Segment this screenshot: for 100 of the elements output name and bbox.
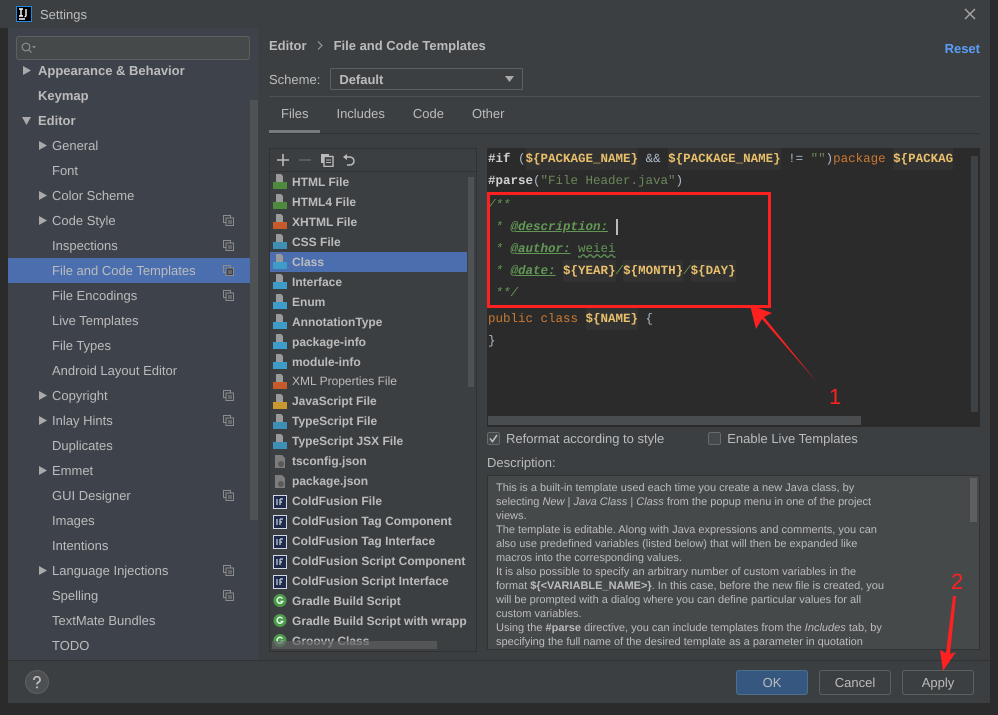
tab[interactable]: Code (400, 97, 456, 133)
annotation-number: 2 (951, 571, 964, 593)
settings-tree-item[interactable]: Live Templates (8, 308, 250, 333)
search-field[interactable] (16, 36, 250, 60)
checkbox-label: Reformat according to style (506, 430, 664, 446)
template-item[interactable]: Enum (270, 292, 467, 312)
code-line: public class ${NAME} { (488, 308, 980, 330)
description-text: format ${<VARIABLE_NAME>}. In this case, before the new file is created, you (496, 579, 884, 593)
template-item[interactable]: XHTML File (270, 212, 467, 232)
description-label: Description: (487, 455, 557, 470)
scheme-label: Scheme: (269, 72, 320, 86)
expand-arrow-icon[interactable] (38, 391, 46, 400)
collapse-arrow-icon[interactable] (22, 116, 30, 125)
template-item[interactable]: Gradle Build Script with wrapp (270, 610, 467, 631)
settings-tree-item[interactable]: Emmet (8, 458, 250, 483)
settings-tree-item[interactable]: Spelling (8, 583, 250, 608)
chevron-icon (316, 40, 324, 50)
code-line: **/ (494, 285, 520, 302)
app-logo-icon (16, 6, 32, 22)
expand-arrow-icon[interactable] (22, 66, 30, 75)
template-item[interactable]: package-info (270, 332, 467, 352)
checkbox[interactable] (487, 432, 500, 444)
settings-tree-item[interactable]: Android Layout Editor (8, 358, 250, 383)
template-item[interactable]: ColdFusion Script Interface (270, 571, 467, 591)
description-text: This is a built-in template used each time you create a new Java class, by (496, 481, 854, 495)
template-item[interactable]: ColdFusion Script Component (270, 551, 467, 572)
description-text: views. (496, 509, 527, 523)
scrollbar-thumb[interactable] (970, 478, 977, 522)
expand-arrow-icon[interactable] (38, 141, 46, 150)
expand-arrow-icon[interactable] (38, 191, 46, 200)
code-line: * @author: weiei (494, 241, 617, 258)
scrollbar-thumb[interactable] (468, 177, 474, 387)
code-line: #if (${PACKAGE_NAME} && ${PACKAGE_NAME} != "")package ${PACKAG (488, 148, 980, 170)
code-line: } (488, 333, 497, 350)
dialog-button[interactable]: OK (736, 670, 808, 694)
tab[interactable]: Other (460, 97, 516, 133)
code-line: * @description: (488, 216, 771, 238)
close-icon[interactable] (964, 8, 976, 20)
description-text: custom variables. (496, 607, 582, 621)
template-item[interactable]: Interface (270, 272, 467, 292)
template-item[interactable]: ColdFusion Tag Interface (270, 531, 467, 552)
template-item[interactable]: TypeScript JSX File (270, 431, 467, 452)
template-item[interactable]: XML Properties File (270, 372, 467, 392)
settings-tree-item[interactable]: Images (8, 508, 250, 533)
settings-tree-item[interactable]: GUI Designer (8, 483, 250, 508)
description-text: The template is editable. Along with Java expressions and comments, you can (496, 523, 877, 537)
help-button[interactable] (25, 670, 49, 694)
checkbox-label: Enable Live Templates (727, 430, 858, 446)
tab[interactable]: Includes (324, 97, 397, 133)
template-item[interactable]: tsconfig.json (270, 451, 467, 472)
description-text: It is also possible to specify an arbitrary number of custom variables in the (496, 565, 856, 579)
description-text: will be prompted with a dialog where you can define particular values for all (496, 593, 862, 607)
help-icon (32, 676, 42, 688)
template-item[interactable]: AnnotationType (270, 312, 467, 332)
expand-arrow-icon[interactable] (38, 216, 46, 225)
scrollbar-thumb[interactable] (488, 416, 861, 425)
scheme-dropdown[interactable]: Default (330, 68, 524, 90)
dialog-button[interactable]: Apply (902, 670, 974, 694)
template-item[interactable]: HTML4 File (270, 192, 467, 212)
template-item[interactable]: CSS File (270, 232, 467, 252)
add-icon[interactable] (276, 152, 290, 167)
template-item[interactable]: Gradle Build Script (270, 590, 467, 611)
template-item[interactable]: package.json (270, 471, 467, 492)
template-item[interactable]: JavaScript File (270, 391, 467, 412)
scrollbar-thumb[interactable] (971, 156, 978, 412)
checkbox[interactable] (708, 432, 722, 444)
settings-tree-item[interactable]: General (8, 133, 250, 158)
expand-arrow-icon[interactable] (38, 466, 46, 475)
settings-tree-item[interactable]: Language Injections (8, 558, 250, 583)
template-item[interactable]: ColdFusion Tag Component (270, 511, 467, 532)
reset-link[interactable]: Reset (944, 40, 980, 56)
dropdown-arrow-icon (505, 76, 514, 82)
description-text: Using the #parse directive, you can include templates from the Includes tab, by (496, 621, 882, 635)
annotation-number: 1 (829, 386, 842, 408)
settings-tree-item[interactable]: Inspections (8, 233, 250, 258)
settings-tree-item[interactable]: TextMate Bundles (8, 608, 250, 633)
settings-tree-item[interactable]: Duplicates (8, 433, 250, 458)
settings-tree-item[interactable]: Inlay Hints (8, 408, 250, 433)
settings-tree-item[interactable]: File Types (8, 333, 250, 358)
settings-tree-item[interactable]: TODO (8, 633, 250, 658)
settings-tree-item[interactable]: Copyright (8, 383, 250, 408)
settings-tree-item[interactable]: Keymap (8, 83, 250, 108)
dialog-button[interactable]: Cancel (819, 670, 891, 694)
settings-tree-item[interactable]: Appearance & Behavior (8, 58, 250, 83)
template-item[interactable]: ColdFusion File (270, 491, 467, 512)
copy-icon[interactable] (320, 152, 334, 167)
settings-tree-item[interactable]: Intentions (8, 533, 250, 558)
undo-icon[interactable] (342, 152, 356, 167)
template-item[interactable]: TypeScript File (270, 411, 467, 432)
template-item[interactable]: HTML File (270, 172, 467, 192)
settings-tree-item[interactable]: File Encodings (8, 283, 250, 308)
scrollbar-thumb[interactable] (250, 100, 258, 520)
settings-tree-item[interactable]: Color Scheme (8, 183, 250, 208)
settings-tree-item[interactable]: Font (8, 158, 250, 183)
expand-arrow-icon[interactable] (38, 416, 46, 425)
expand-arrow-icon[interactable] (38, 566, 46, 575)
settings-tree-item[interactable]: Code Style (8, 208, 250, 233)
tab[interactable]: Files (269, 97, 320, 133)
settings-tree-item[interactable]: Editor (8, 108, 250, 133)
template-item[interactable]: module-info (270, 352, 467, 372)
